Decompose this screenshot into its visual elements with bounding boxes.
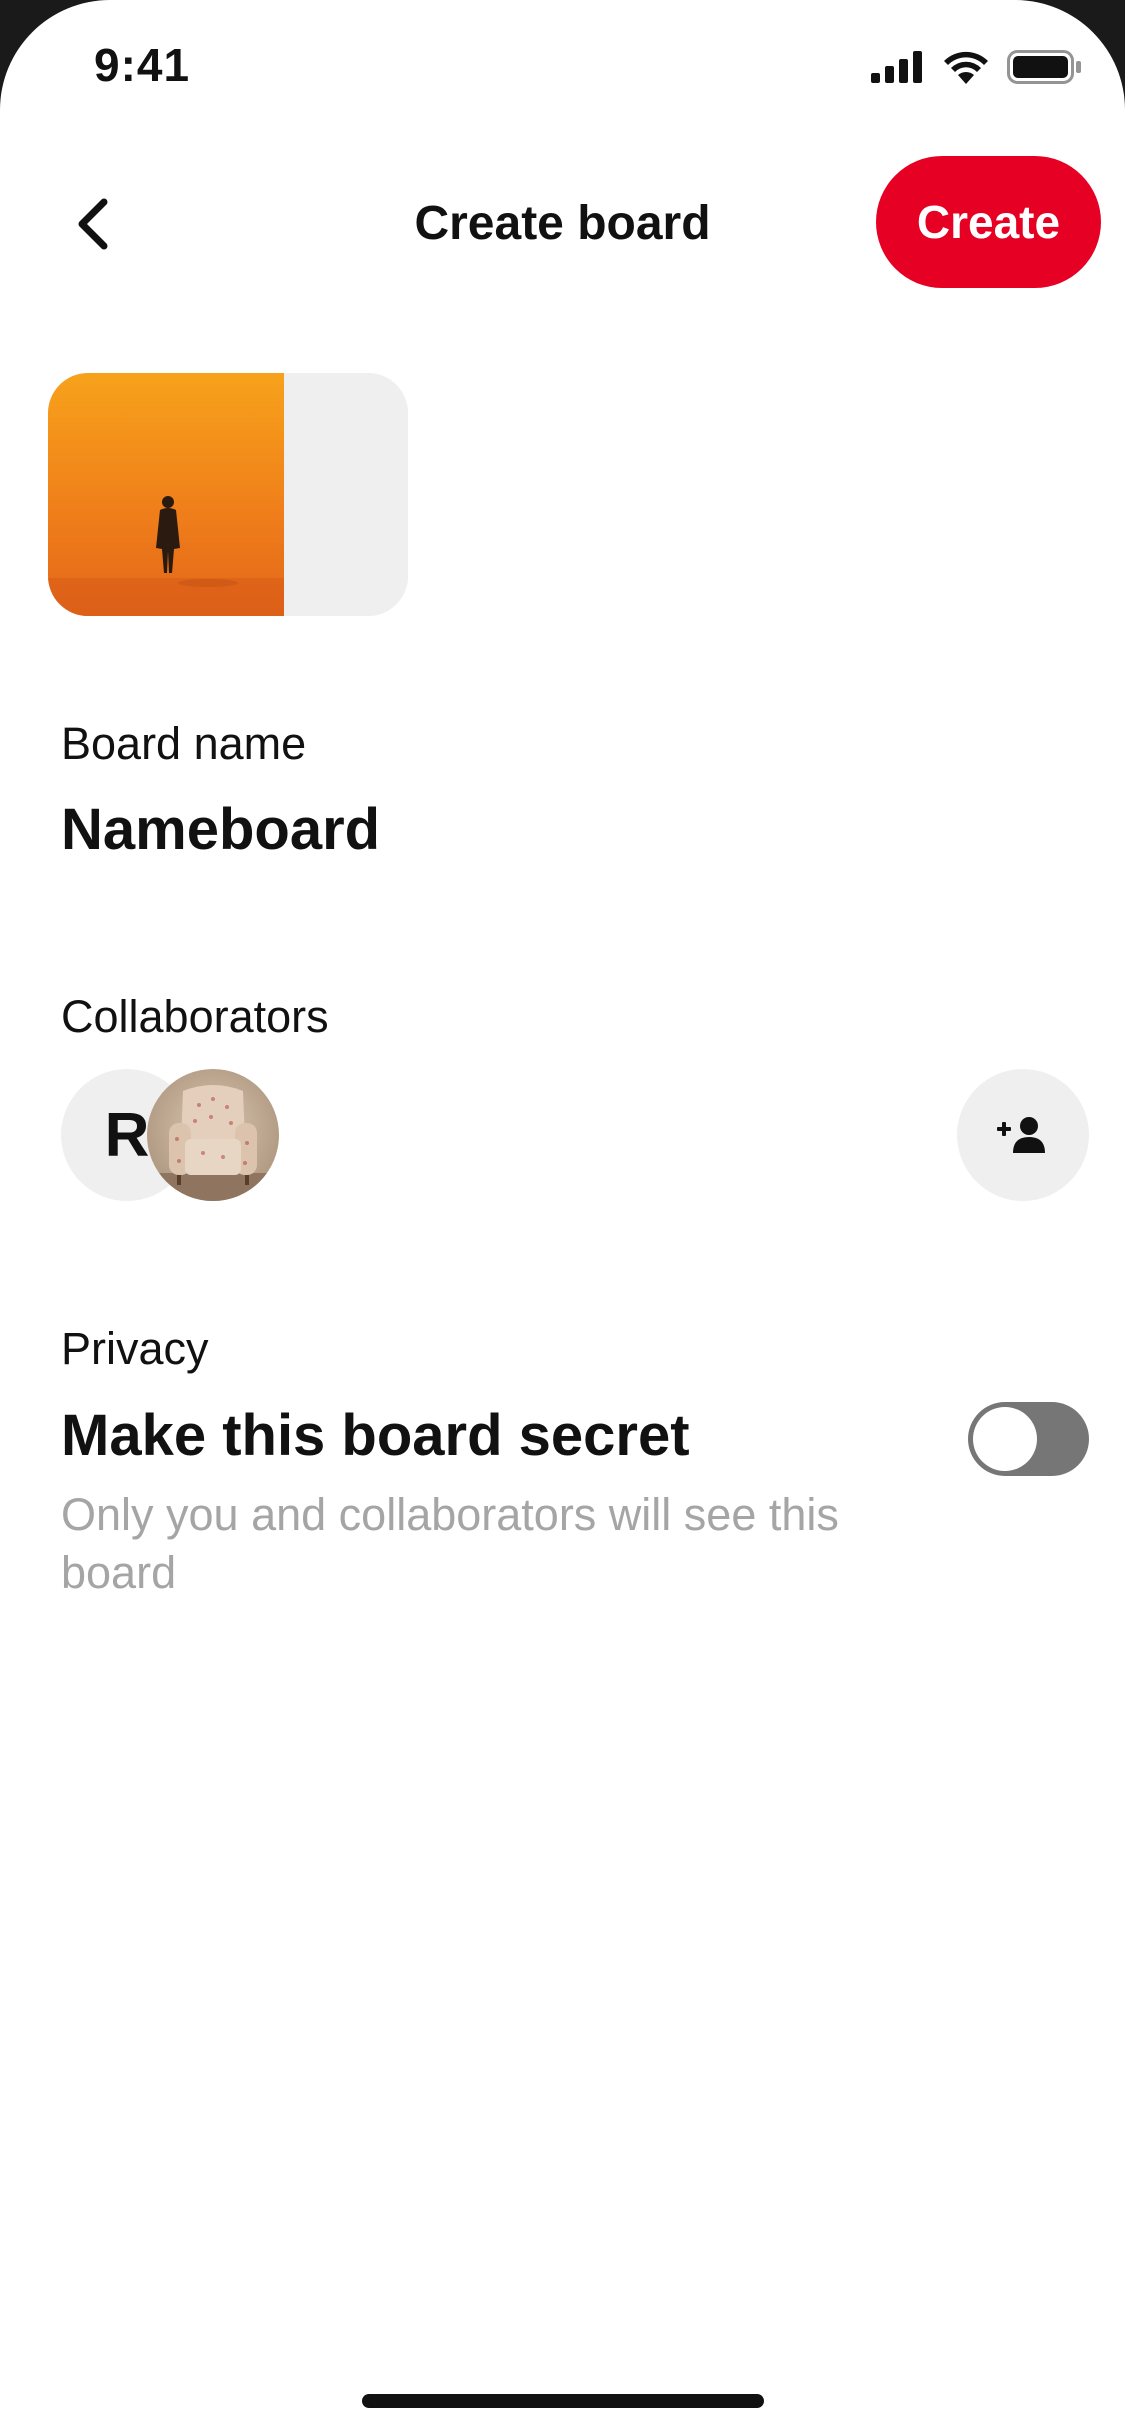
privacy-label: Privacy (61, 1323, 209, 1374)
status-time: 9:41 (94, 39, 191, 91)
create-board-screen: 9:41 Create board Create Board name Name… (0, 0, 1125, 2436)
secret-description: Only you and collaborators will see this… (61, 1489, 839, 1598)
collaborators-label: Collaborators (61, 991, 329, 1042)
wifi-icon (944, 51, 988, 84)
board-name-field[interactable]: Nameboard (61, 796, 380, 863)
header: Create board Create (0, 150, 1125, 296)
secret-title: Make this board secret (61, 1403, 690, 1468)
add-person-icon (997, 1117, 1045, 1153)
secret-toggle[interactable] (968, 1402, 1089, 1476)
home-indicator (362, 2394, 764, 2408)
collaborators-list[interactable]: R (61, 1069, 291, 1201)
cover-placeholder-tile (286, 496, 408, 616)
signal-icon (871, 51, 922, 83)
toggle-knob (973, 1407, 1037, 1471)
status-bar: 9:41 (0, 0, 1125, 140)
battery-icon (1007, 50, 1081, 84)
cover-placeholder-tile (286, 373, 408, 493)
avatar-armchair-photo (147, 1069, 279, 1201)
add-collaborator-button[interactable] (957, 1069, 1089, 1201)
board-cover[interactable] (48, 373, 408, 616)
status-icons (871, 50, 1083, 84)
cover-main-image (48, 373, 284, 616)
create-button[interactable]: Create (876, 156, 1101, 288)
board-name-label: Board name (61, 718, 307, 769)
